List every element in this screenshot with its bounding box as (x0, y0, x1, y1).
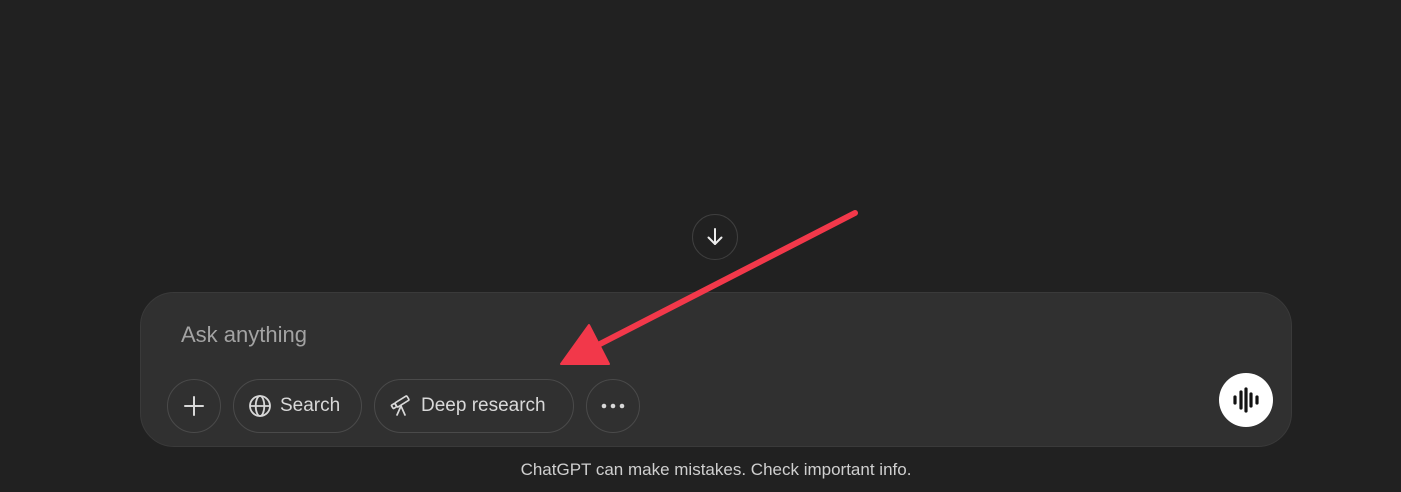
message-composer: Search Deep research (140, 292, 1292, 447)
voice-waveform-icon (1232, 387, 1260, 413)
ellipsis-icon (600, 402, 626, 410)
disclaimer-text: ChatGPT can make mistakes. Check importa… (520, 460, 912, 479)
search-button[interactable]: Search (233, 379, 362, 433)
voice-mode-button[interactable] (1219, 373, 1273, 427)
scroll-to-bottom-button[interactable] (692, 214, 738, 260)
plus-icon (183, 395, 205, 417)
deep-research-button-label: Deep research (421, 395, 546, 416)
arrow-down-icon (704, 226, 726, 248)
more-tools-button[interactable] (586, 379, 640, 433)
deep-research-button[interactable]: Deep research (374, 379, 574, 433)
globe-icon (248, 394, 272, 418)
add-attachment-button[interactable] (167, 379, 221, 433)
telescope-icon (389, 394, 413, 418)
prompt-input[interactable] (181, 317, 1081, 353)
search-button-label: Search (280, 395, 341, 416)
